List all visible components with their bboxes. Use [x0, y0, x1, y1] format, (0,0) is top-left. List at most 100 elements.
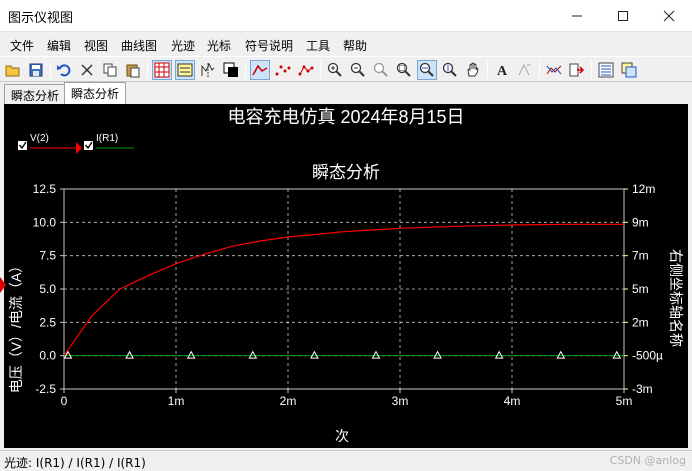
paste-button[interactable]	[123, 60, 143, 80]
menu-bar: 文件 编辑 视图 曲线图 光迹 光标 符号说明 工具 帮助	[0, 33, 692, 55]
zoom-x-button[interactable]	[417, 60, 437, 80]
overlay-icon	[621, 62, 637, 78]
undo-icon	[57, 64, 71, 77]
pan-hand-icon	[467, 62, 479, 77]
legend: V(2) I(R1)	[18, 133, 134, 154]
paste-icon	[126, 64, 140, 78]
merge-traces-button[interactable]	[544, 60, 564, 80]
cut-icon	[81, 64, 93, 76]
y2-tick-label: 12m	[632, 182, 655, 196]
zoom-y-button[interactable]	[440, 60, 460, 80]
points-icon	[275, 65, 291, 76]
label-icon	[518, 63, 531, 76]
menu-view[interactable]: 视图	[84, 37, 108, 54]
maximize-button[interactable]	[600, 0, 646, 31]
toolbar-separator	[591, 61, 592, 79]
reverse-colors-button[interactable]	[221, 60, 241, 80]
y-tick-label: 5.0	[39, 282, 56, 296]
axes: 0 1m 2m 3m 4m 5m 12.5 10.0 7.5 5.0 2.5 0.0 -2.5 12m 9m…	[33, 182, 663, 408]
maximize-icon	[618, 10, 628, 21]
toolbar-separator	[320, 61, 321, 79]
menu-trace[interactable]: 光迹	[171, 37, 195, 54]
watermark: CSDN @anlog	[609, 454, 686, 467]
zoom-fit-button[interactable]	[371, 60, 391, 80]
toolbar: A	[0, 56, 692, 82]
legend-button[interactable]	[175, 60, 195, 80]
y-tick-label: 2.5	[39, 315, 56, 329]
line-points-style-button[interactable]	[296, 60, 316, 80]
zoom-area-icon	[396, 62, 411, 77]
copy-icon	[103, 63, 117, 77]
series-point-ir1	[556, 350, 566, 359]
tab-strip: 瞬态分析 瞬态分析	[0, 82, 692, 104]
grid-icon	[154, 62, 170, 78]
save-button[interactable]	[26, 60, 46, 80]
status-text: 光迹: I(R1) / I(R1) / I(R1)	[4, 456, 146, 470]
y-axis-label: 电压（V）/电流（A）	[8, 259, 24, 394]
series-point-ir1	[494, 350, 504, 359]
points-style-button[interactable]	[273, 60, 293, 80]
copy-button[interactable]	[100, 60, 120, 80]
grid	[64, 189, 624, 389]
tab-transient-analysis-1[interactable]: 瞬态分析	[4, 84, 67, 104]
title-bar: 图示仪视图	[0, 0, 692, 32]
line-style-button[interactable]	[250, 60, 270, 80]
open-icon	[5, 65, 20, 77]
reverse-colors-icon	[223, 62, 238, 77]
legend-marker-icon	[76, 142, 82, 154]
y2-tick-label: 5m	[632, 282, 649, 296]
zoom-in-button[interactable]	[325, 60, 345, 80]
open-button[interactable]	[3, 60, 23, 80]
zoom-out-icon	[350, 62, 365, 77]
properties-button[interactable]	[596, 60, 616, 80]
undo-button[interactable]	[54, 60, 74, 80]
x-axis-label: 次	[335, 428, 349, 444]
y2-tick-label: -500µ	[632, 349, 663, 363]
x-tick-label: 2m	[280, 394, 297, 408]
menu-file[interactable]: 文件	[10, 37, 34, 54]
menu-legend[interactable]: 符号说明	[245, 37, 293, 54]
y2-tick-label: 2m	[632, 315, 649, 329]
pan-button[interactable]	[463, 60, 483, 80]
zoom-area-button[interactable]	[394, 60, 414, 80]
chart-title: 瞬态分析	[312, 163, 380, 182]
legend-label-v2: V(2)	[30, 133, 49, 144]
export-button[interactable]	[567, 60, 587, 80]
y2-axis-label: 右侧坐标轴名称	[668, 249, 684, 347]
cut-button[interactable]	[77, 60, 97, 80]
menu-graph[interactable]: 曲线图	[121, 37, 157, 54]
x-tick-label: 4m	[504, 394, 521, 408]
grid-button[interactable]	[152, 60, 172, 80]
series-point-ir1	[310, 350, 319, 359]
properties-icon	[598, 62, 614, 78]
series-point-ir1	[125, 350, 134, 359]
overlay-button[interactable]	[619, 60, 639, 80]
series-point-ir1	[371, 350, 381, 359]
minimize-icon	[572, 15, 582, 16]
tab-transient-analysis-2[interactable]: 瞬态分析	[64, 82, 127, 104]
close-button[interactable]	[646, 0, 692, 31]
zoom-y-icon	[442, 62, 457, 77]
cursor-button[interactable]	[198, 60, 218, 80]
cursor-marker-icon[interactable]	[0, 277, 6, 293]
series-point-ir1	[612, 350, 622, 359]
menu-edit[interactable]: 编辑	[47, 37, 71, 54]
legend-label-ir1: I(R1)	[96, 133, 118, 144]
menu-help[interactable]: 帮助	[343, 37, 367, 54]
zoom-fit-icon	[373, 62, 388, 77]
window-title: 图示仪视图	[8, 11, 74, 26]
minimize-button[interactable]	[554, 0, 600, 31]
zoom-in-icon	[327, 62, 342, 77]
plot-area[interactable]: 电容充电仿真 2024年8月15日 V(2) I(R1) 瞬态分析 0 1m 2m 3…	[0, 104, 688, 448]
menu-tools[interactable]: 工具	[306, 37, 330, 54]
y-tick-label: 10.0	[33, 215, 57, 229]
label-button[interactable]	[515, 60, 535, 80]
legend-icon	[177, 63, 193, 77]
merge-traces-icon	[546, 65, 562, 75]
plot-canvas[interactable]: 电容充电仿真 2024年8月15日 V(2) I(R1) 瞬态分析 0 1m 2m 3…	[4, 104, 688, 448]
menu-cursor[interactable]: 光标	[207, 37, 231, 54]
text-icon: A	[497, 64, 508, 78]
text-button[interactable]: A	[492, 60, 512, 80]
cursor-icon	[201, 62, 215, 77]
zoom-out-button[interactable]	[348, 60, 368, 80]
